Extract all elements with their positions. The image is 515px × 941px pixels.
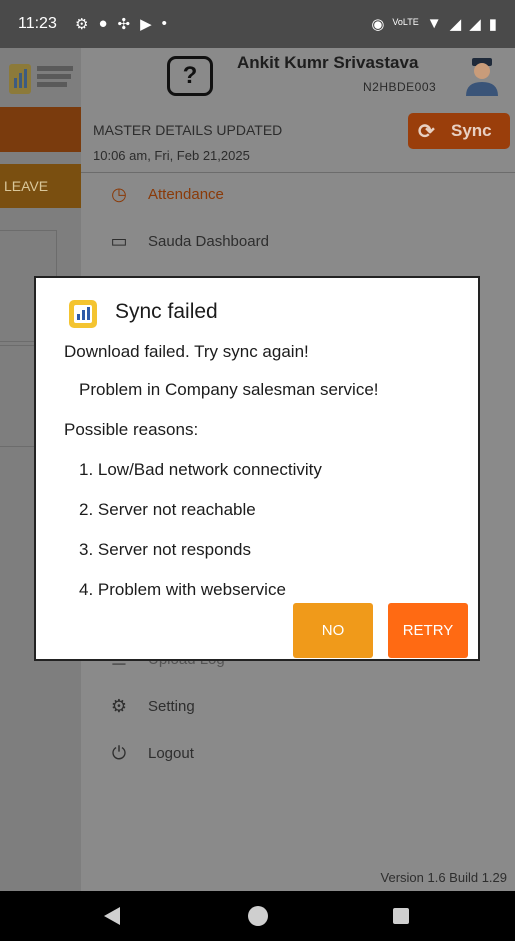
reason-item: 2. Server not reachable xyxy=(79,500,256,519)
sync-failed-dialog: Sync failed Download failed. Try sync ag… xyxy=(34,276,480,661)
status-bar: 11:23 ⚙ ● ✣ ▶ • ◉ VoLTE ▼ ◢ ◢ ▮ xyxy=(0,0,515,48)
dialog-detail: Problem in Company salesman service! xyxy=(79,380,379,399)
dialog-message: Download failed. Try sync again! xyxy=(64,342,309,361)
reason-item: 4. Problem with webservice xyxy=(79,580,286,599)
notification-icons: ⚙ ● ✣ ▶ • xyxy=(75,15,167,33)
signal-icon: ◢ xyxy=(469,16,481,33)
menu-item-setting[interactable]: ⚙ Setting xyxy=(105,692,195,720)
reason-item: 1. Low/Bad network connectivity xyxy=(79,460,322,479)
reason-item: 3. Server not responds xyxy=(79,540,251,559)
cast-icon: ✣ xyxy=(117,16,131,33)
wifi-icon: ▼ xyxy=(426,15,442,32)
help-icon[interactable]: ? xyxy=(167,56,213,96)
divider xyxy=(81,172,515,173)
app-logo xyxy=(9,64,73,94)
sync-status: MASTER DETAILS UPDATED xyxy=(93,122,283,138)
menu-item-label: Logout xyxy=(148,744,194,762)
app-logo-icon xyxy=(69,300,97,328)
signal-icon: ◢ xyxy=(449,16,462,33)
version-label: Version 1.6 Build 1.29 xyxy=(380,870,507,885)
menu-item-sauda-dashboard[interactable]: ▭ Sauda Dashboard xyxy=(105,227,269,255)
avatar xyxy=(466,58,498,96)
menu-item-label: Setting xyxy=(148,697,195,715)
sync-button[interactable]: ⟳ Sync xyxy=(408,113,510,149)
user-name: Ankit Kumr Srivastava xyxy=(237,53,419,72)
chat-icon: ● xyxy=(98,15,108,32)
sync-button-label: Sync xyxy=(451,121,492,140)
gear-icon: ⚙ xyxy=(110,695,128,716)
power-icon: ⏻ xyxy=(111,742,127,763)
battery-icon: ▮ xyxy=(488,16,497,33)
background-header-bar xyxy=(0,107,81,152)
system-icons: ◉ VoLTE ▼ ◢ ◢ ▮ xyxy=(371,15,497,33)
menu-item-attendance[interactable]: ◷ Attendance xyxy=(105,180,224,208)
home-icon[interactable] xyxy=(248,906,268,926)
dot-icon: • xyxy=(161,15,167,32)
navigation-bar xyxy=(0,891,515,941)
monitor-icon: ▭ xyxy=(110,230,128,251)
youtube-icon: ▶ xyxy=(140,16,152,33)
refresh-icon: ⟳ xyxy=(418,121,435,143)
reasons-title: Possible reasons: xyxy=(64,420,199,439)
user-code: N2HBDE003 xyxy=(363,80,437,94)
retry-button[interactable]: RETRY xyxy=(388,603,468,658)
back-icon[interactable] xyxy=(104,907,120,925)
volte-icon: VoLTE xyxy=(392,17,419,27)
location-icon: ◉ xyxy=(371,16,385,33)
settings-icon: ⚙ xyxy=(75,16,89,33)
leave-tab: LEAVE xyxy=(0,164,81,208)
sync-time: 10:06 am, Fri, Feb 21,2025 xyxy=(93,148,250,163)
menu-item-logout[interactable]: ⏻ Logout xyxy=(105,739,194,767)
clock-icon: ◷ xyxy=(111,183,127,204)
dialog-title: Sync failed xyxy=(115,300,218,323)
status-time: 11:23 xyxy=(18,15,57,32)
menu-item-label: Attendance xyxy=(148,185,224,203)
recents-icon[interactable] xyxy=(393,908,409,924)
no-button[interactable]: NO xyxy=(293,603,373,658)
menu-item-label: Sauda Dashboard xyxy=(148,232,269,250)
